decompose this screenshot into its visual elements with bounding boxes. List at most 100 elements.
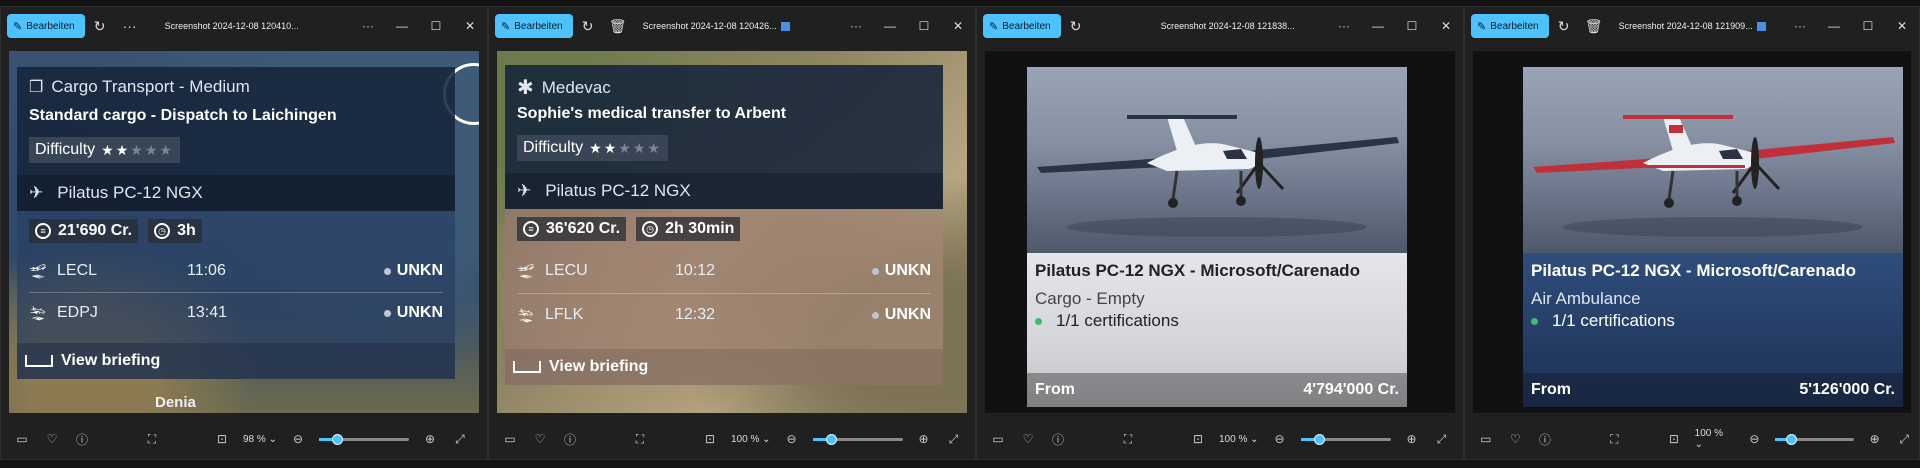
view-briefing-button[interactable]: View briefing — [505, 349, 943, 385]
zoom-slider[interactable] — [1775, 433, 1854, 445]
heart-icon[interactable]: ♡ — [1501, 432, 1531, 446]
aircraft-card[interactable]: Pilatus PC-12 NGX - Microsoft/Carenado A… — [1523, 67, 1903, 407]
edit-button[interactable]: ✎ Bearbeiten — [983, 14, 1061, 38]
heart-icon[interactable]: ♡ — [37, 432, 67, 446]
close-button[interactable]: ✕ — [1885, 19, 1919, 33]
rotate-icon[interactable]: ↻ — [573, 18, 603, 35]
pen-icon: ✎ — [501, 20, 511, 33]
zoom-select[interactable]: 100 % ⌄ — [725, 434, 777, 445]
fit-icon[interactable]: ⊡ — [207, 432, 237, 446]
zoom-select[interactable]: 100 % ⌄ — [1689, 428, 1740, 450]
mission-category: ❒ Cargo Transport - Medium — [29, 77, 250, 96]
image-canvas: Pilatus PC-12 NGX - Microsoft/Carenado A… — [1473, 51, 1911, 413]
fullscreen-icon[interactable]: ⤢ — [1889, 432, 1919, 447]
zoom-in-icon[interactable]: ⊕ — [1860, 432, 1890, 446]
minimize-button[interactable]: — — [1817, 19, 1851, 33]
window-title: Screenshot 2024-12-08 120426... — [642, 21, 777, 31]
minimize-button[interactable]: — — [873, 19, 907, 33]
more-options-icon[interactable]: ··· — [351, 19, 385, 33]
zoom-slider[interactable] — [812, 433, 903, 445]
zoom-slider[interactable] — [1300, 433, 1391, 445]
fullscreen-icon[interactable]: ⤢ — [939, 432, 969, 447]
crop-icon[interactable]: ⛶ — [1113, 432, 1143, 447]
rotate-icon[interactable]: ↻ — [85, 18, 115, 35]
info-icon[interactable]: ⓘ — [555, 431, 585, 448]
aircraft-name: Pilatus PC-12 NGX - Microsoft/Carenado — [1531, 261, 1856, 280]
zoom-slider-knob[interactable] — [331, 433, 343, 445]
zoom-slider-knob[interactable] — [825, 433, 837, 445]
close-button[interactable]: ✕ — [1429, 19, 1463, 33]
zoom-slider[interactable] — [318, 433, 409, 445]
filmstrip-icon[interactable]: ▭ — [7, 432, 37, 446]
info-icon[interactable]: ⓘ — [67, 431, 97, 448]
delete-icon[interactable]: 🗑︎ — [1579, 18, 1609, 35]
aircraft-info: Pilatus PC-12 NGX - Microsoft/Carenado A… — [1523, 253, 1903, 407]
zoom-out-icon[interactable]: ⊖ — [777, 432, 807, 446]
close-button[interactable]: ✕ — [941, 19, 975, 33]
maximize-button[interactable]: ☐ — [1851, 19, 1885, 33]
info-icon[interactable]: ⓘ — [1043, 431, 1073, 448]
zoom-select[interactable]: 98 % ⌄ — [237, 434, 283, 445]
status-dot — [871, 311, 879, 319]
image-canvas: ✱ Medevac Sophie's medical transfer to Ar… — [497, 51, 967, 413]
certifications: 1/1 certifications — [1035, 311, 1179, 331]
leg-separator — [29, 292, 443, 293]
zoom-out-icon[interactable]: ⊖ — [283, 432, 313, 446]
difficulty-badge: Difficulty ★★★★★ — [29, 137, 180, 163]
zoom-in-icon[interactable]: ⊕ — [909, 432, 939, 446]
aircraft-row: ✈ Pilatus PC-12 NGX — [505, 173, 943, 209]
price: 4'794'000 Cr. — [1303, 381, 1399, 398]
fullscreen-icon[interactable]: ⤢ — [1427, 432, 1457, 447]
zoom-out-icon[interactable]: ⊖ — [1740, 432, 1770, 446]
coins-icon: ≡ — [523, 221, 539, 237]
view-briefing-button[interactable]: View briefing — [17, 343, 455, 379]
crop-icon[interactable]: ⛶ — [137, 432, 167, 447]
filmstrip-icon[interactable]: ▭ — [495, 432, 525, 446]
maximize-button[interactable]: ☐ — [907, 19, 941, 33]
filmstrip-icon[interactable]: ▭ — [983, 432, 1013, 446]
viewer-window-2: ✎ Bearbeiten ↻ 🗑︎ Screenshot 2024-12-08 1… — [488, 6, 976, 460]
price: 5'126'000 Cr. — [1799, 381, 1895, 398]
edit-button[interactable]: ✎ Bearbeiten — [1471, 14, 1549, 38]
info-icon[interactable]: ⓘ — [1530, 431, 1560, 448]
minimize-button[interactable]: — — [385, 19, 419, 33]
filmstrip-icon[interactable]: ▭ — [1471, 432, 1501, 446]
delete-icon[interactable]: 🗑︎ — [603, 18, 633, 35]
aircraft-name: Pilatus PC-12 NGX - Microsoft/Carenado — [1035, 261, 1360, 280]
mission-header: ❒ Cargo Transport - Medium Standard cargo… — [17, 67, 455, 175]
minimize-button[interactable]: — — [1361, 19, 1395, 33]
heart-icon[interactable]: ♡ — [1013, 432, 1043, 446]
window-controls: ··· — ☐ ✕ — [351, 7, 487, 45]
fit-icon[interactable]: ⊡ — [1183, 432, 1213, 446]
edit-button[interactable]: ✎ Bearbeiten — [7, 14, 85, 38]
zoom-out-icon[interactable]: ⊖ — [1265, 432, 1295, 446]
crop-icon[interactable]: ⛶ — [1600, 432, 1630, 447]
mission-body: ≡ 36'620 Cr. ◷ 2h 30min 🛫︎ LECU 10:12 UNKN 🛬︎… — [505, 209, 943, 385]
rotate-icon[interactable]: ↻ — [1549, 18, 1579, 35]
maximize-button[interactable]: ☐ — [1395, 19, 1429, 33]
viewer-window-3: ✎ Bearbeiten ↻ Screenshot 2024-12-08 1218… — [976, 6, 1464, 460]
close-button[interactable]: ✕ — [453, 19, 487, 33]
more-options-icon[interactable]: ··· — [1327, 19, 1361, 33]
zoom-in-icon[interactable]: ⊕ — [1397, 432, 1427, 446]
pen-icon: ✎ — [989, 20, 999, 33]
zoom-select[interactable]: 100 % ⌄ — [1213, 434, 1265, 445]
fullscreen-icon[interactable]: ⤢ — [445, 432, 475, 447]
zoom-slider-knob[interactable] — [1785, 433, 1797, 445]
difficulty-badge: Difficulty ★★★★★ — [517, 135, 668, 161]
aircraft-card[interactable]: Pilatus PC-12 NGX - Microsoft/Carenado C… — [1027, 67, 1407, 407]
more-options-icon[interactable]: ··· — [839, 19, 873, 33]
fit-icon[interactable]: ⊡ — [1659, 432, 1689, 446]
more-icon[interactable]: ··· — [115, 18, 145, 34]
edit-button[interactable]: ✎ Bearbeiten — [495, 14, 573, 38]
more-options-icon[interactable]: ··· — [1783, 19, 1817, 33]
crop-icon[interactable]: ⛶ — [625, 432, 655, 447]
heart-icon[interactable]: ♡ — [525, 432, 555, 446]
zoom-in-icon[interactable]: ⊕ — [415, 432, 445, 446]
maximize-button[interactable]: ☐ — [419, 19, 453, 33]
landing-icon: 🛬︎ — [517, 306, 535, 323]
fit-icon[interactable]: ⊡ — [695, 432, 725, 446]
mission-title: Standard cargo - Dispatch to Laichingen — [29, 107, 337, 124]
zoom-slider-knob[interactable] — [1313, 433, 1325, 445]
rotate-icon[interactable]: ↻ — [1061, 18, 1091, 35]
